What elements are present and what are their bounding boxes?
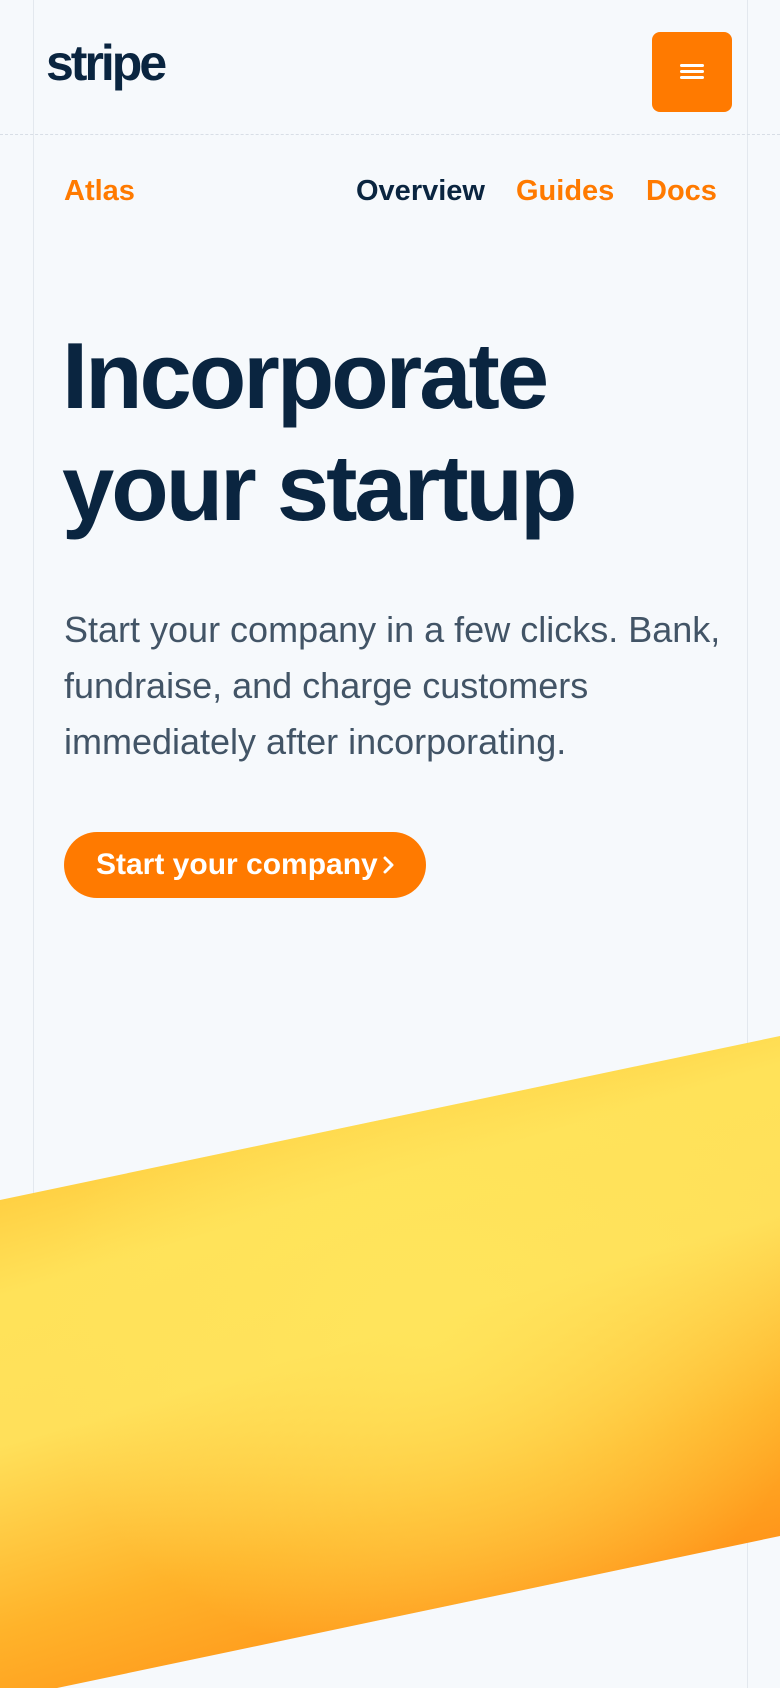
- hero-gradient-band: [0, 1036, 780, 1688]
